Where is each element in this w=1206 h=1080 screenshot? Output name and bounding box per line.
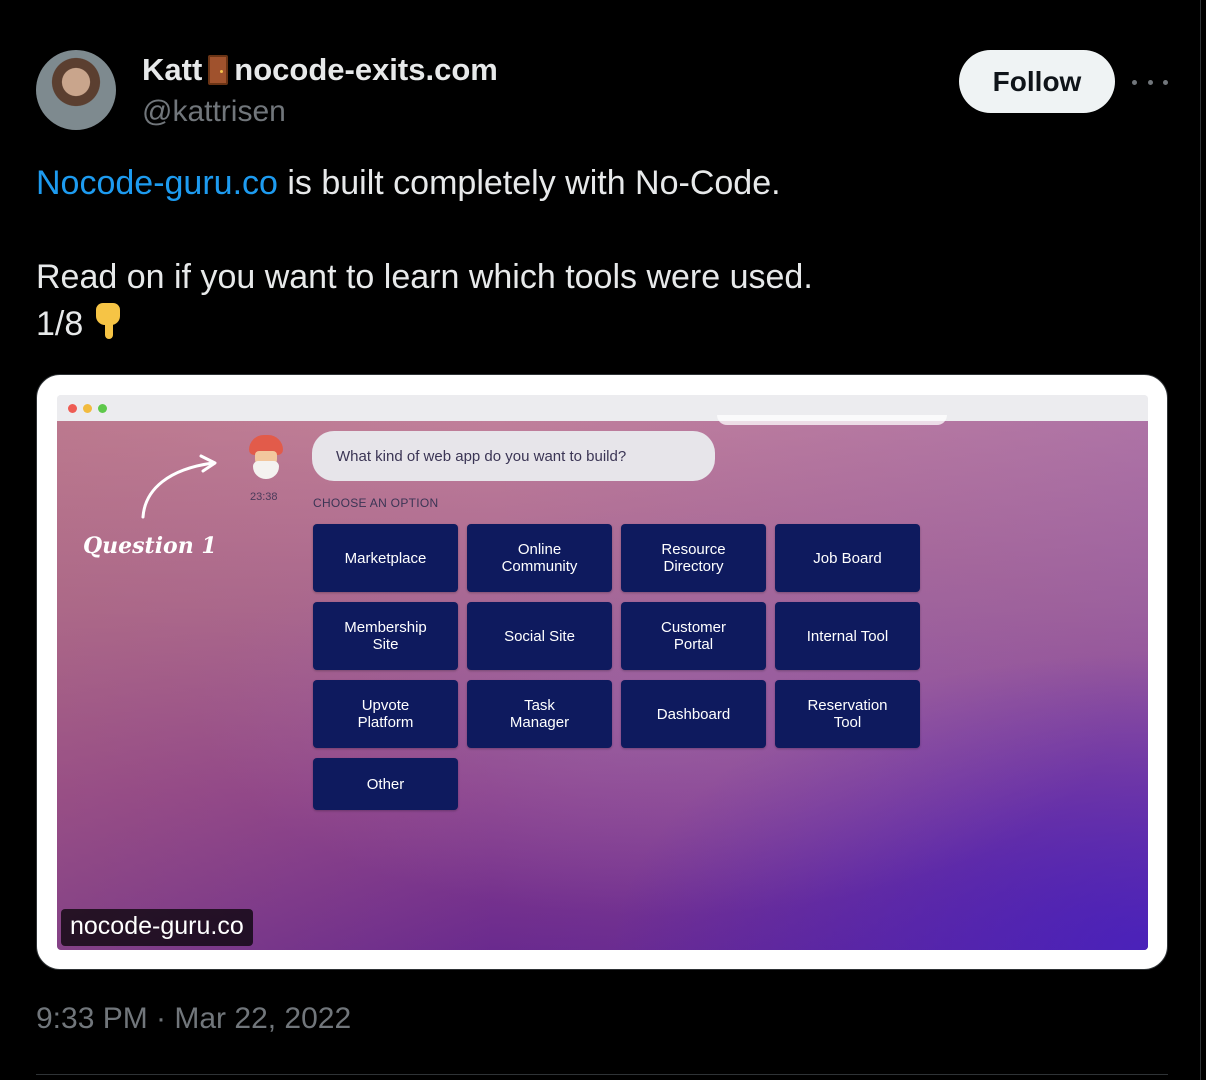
minimize-dot-icon: [83, 404, 92, 413]
tweet-timestamp[interactable]: 9:33 PM · Mar 22, 2022: [36, 1002, 351, 1036]
door-icon: [208, 55, 229, 85]
follow-button[interactable]: Follow: [959, 50, 1115, 113]
option-resource-directory[interactable]: Resource Directory: [621, 524, 766, 592]
option-marketplace[interactable]: Marketplace: [313, 524, 458, 592]
close-dot-icon: [68, 404, 77, 413]
option-internal-tool[interactable]: Internal Tool: [775, 602, 920, 670]
image-caption: nocode-guru.co: [61, 909, 253, 946]
media-card[interactable]: Question 1 23:38 What kind of web app do…: [36, 374, 1168, 970]
tweet-line-1: Nocode-guru.co is built completely with …: [36, 160, 1166, 207]
tweet-container: Katt nocode-exits.com @kattrisen Follow …: [0, 0, 1201, 1080]
chat-bubble: What kind of web app do you want to buil…: [312, 431, 715, 481]
tweet-text: Nocode-guru.co is built completely with …: [36, 160, 1166, 348]
option-other[interactable]: Other: [313, 758, 458, 810]
author-display-name: Katt: [142, 52, 203, 87]
browser-screenshot: Question 1 23:38 What kind of web app do…: [57, 395, 1148, 950]
more-icon[interactable]: [1132, 70, 1168, 94]
option-grid: Marketplace Online Community Resource Di…: [313, 524, 920, 826]
tweet-line-1-rest: is built completely with No-Code.: [277, 164, 781, 202]
message-time: 23:38: [250, 491, 278, 503]
app-stage: Question 1 23:38 What kind of web app do…: [57, 415, 1148, 950]
guru-avatar-icon: [247, 435, 285, 481]
browser-title-bar: [57, 395, 1148, 421]
thread-count: 1/8: [36, 305, 84, 343]
divider: [36, 1074, 1168, 1075]
option-task-manager[interactable]: Task Manager: [467, 680, 612, 748]
option-customer-portal[interactable]: Customer Portal: [621, 602, 766, 670]
option-online-community[interactable]: Online Community: [467, 524, 612, 592]
author-name-suffix: nocode-exits.com: [234, 52, 498, 87]
author-handle[interactable]: @kattrisen: [142, 95, 286, 129]
option-job-board[interactable]: Job Board: [775, 524, 920, 592]
tweet-line-3: 1/8: [36, 301, 1166, 348]
question-annotation: Question 1: [83, 533, 217, 559]
maximize-dot-icon: [98, 404, 107, 413]
option-social-site[interactable]: Social Site: [467, 602, 612, 670]
author-name[interactable]: Katt nocode-exits.com: [142, 52, 498, 88]
avatar[interactable]: [36, 50, 116, 130]
option-reservation-tool[interactable]: Reservation Tool: [775, 680, 920, 748]
choose-option-label: CHOOSE AN OPTION: [313, 496, 439, 510]
tweet-line-2: Read on if you want to learn which tools…: [36, 258, 813, 296]
curved-arrow-icon: [141, 454, 217, 519]
tweet-link[interactable]: Nocode-guru.co: [36, 164, 278, 202]
option-membership-site[interactable]: Membership Site: [313, 602, 458, 670]
backhand-index-pointing-down-icon: [93, 303, 121, 339]
option-upvote-platform[interactable]: Upvote Platform: [313, 680, 458, 748]
option-dashboard[interactable]: Dashboard: [621, 680, 766, 748]
